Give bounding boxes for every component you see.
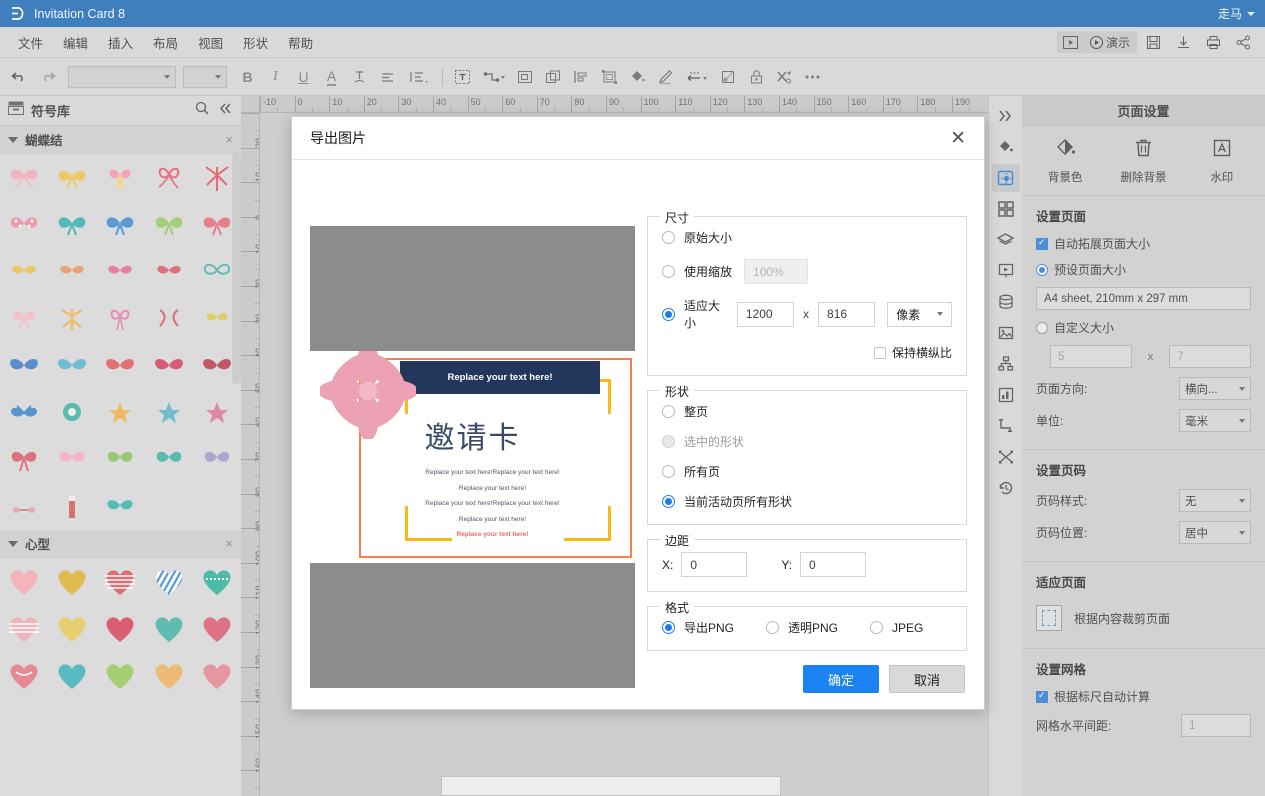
original-size-label: 原始大小 bbox=[684, 231, 733, 245]
format-radio-jpeg[interactable] bbox=[870, 621, 883, 634]
close-icon[interactable]: ✕ bbox=[950, 129, 966, 148]
format-option-transparent-png[interactable]: 透明PNG bbox=[766, 619, 870, 636]
fit-unit-value: 像素 bbox=[896, 307, 921, 322]
margin-group-legend: 边距 bbox=[660, 532, 695, 549]
shape-label-whole-page: 整页 bbox=[684, 405, 709, 419]
confirm-button[interactable]: 确定 bbox=[803, 665, 879, 693]
shape-option-whole-page[interactable]: 整页 bbox=[662, 403, 952, 420]
scale-size-label: 使用缩放 bbox=[684, 265, 733, 279]
fit-height-input[interactable]: 816 bbox=[818, 301, 876, 327]
size-group: 尺寸 原始大小 使用缩放 100% 适应大小 1200 x 816 像素 保持横… bbox=[647, 209, 967, 376]
export-options: 尺寸 原始大小 使用缩放 100% 适应大小 1200 x 816 像素 保持横… bbox=[647, 209, 967, 665]
dialog-footer: 确定 取消 bbox=[292, 665, 984, 693]
format-label-transparent-png: 透明PNG bbox=[788, 621, 839, 635]
fit-size-radio[interactable] bbox=[662, 307, 675, 321]
keep-ratio-checkbox[interactable] bbox=[873, 346, 886, 359]
format-options-row: 导出PNG 透明PNG JPEG bbox=[662, 619, 952, 636]
format-label-png: 导出PNG bbox=[684, 621, 735, 635]
shape-group-legend: 形状 bbox=[660, 383, 695, 400]
shape-radio-current-page[interactable] bbox=[662, 495, 675, 508]
chevron-down-icon bbox=[937, 312, 943, 316]
keep-ratio-label: 保持横纵比 bbox=[891, 346, 952, 360]
card-banner-text: Replace your text here! bbox=[447, 372, 553, 383]
shape-group: 形状 整页 选中的形状 所有页 当前活动页所有形状 bbox=[647, 383, 967, 525]
scale-value-input: 100% bbox=[744, 259, 809, 284]
shape-label-selected: 选中的形状 bbox=[684, 435, 745, 449]
card-line: Replace your text here!Replace your text… bbox=[425, 469, 560, 476]
shape-option-selected: 选中的形状 bbox=[662, 433, 952, 450]
card-line-accent: Replace your text here! bbox=[456, 531, 529, 538]
shape-option-all-pages[interactable]: 所有页 bbox=[662, 463, 952, 480]
keep-ratio-row[interactable]: 保持横纵比 bbox=[662, 344, 952, 361]
shape-option-current-page[interactable]: 当前活动页所有形状 bbox=[662, 493, 952, 510]
format-radio-png[interactable] bbox=[662, 621, 675, 634]
format-option-png[interactable]: 导出PNG bbox=[662, 619, 766, 636]
flower-decoration-icon bbox=[320, 351, 416, 439]
card-line: Replace your text here!Replace your text… bbox=[425, 500, 560, 507]
scale-size-radio[interactable] bbox=[662, 265, 675, 278]
fit-unit-select[interactable]: 像素 bbox=[887, 301, 952, 327]
margin-y-label: Y: bbox=[781, 557, 793, 572]
original-size-radio[interactable] bbox=[662, 231, 675, 244]
margin-row: X: 0 Y: 0 bbox=[662, 552, 952, 577]
size-group-legend: 尺寸 bbox=[660, 209, 695, 226]
shape-label-all-pages: 所有页 bbox=[684, 465, 721, 479]
margin-group: 边距 X: 0 Y: 0 bbox=[647, 532, 967, 592]
card-line: Replace your text here! bbox=[458, 484, 527, 492]
margin-x-label: X: bbox=[662, 557, 674, 572]
card-line: Replace your text here! bbox=[458, 515, 527, 523]
original-size-row[interactable]: 原始大小 bbox=[662, 229, 952, 246]
shape-label-current-page: 当前活动页所有形状 bbox=[684, 495, 793, 509]
fit-x-symbol: x bbox=[803, 307, 810, 321]
cancel-button[interactable]: 取消 bbox=[889, 665, 965, 693]
format-radio-transparent-png[interactable] bbox=[766, 621, 779, 634]
dialog-body: Replace your text here! 邀请卡 Replace your… bbox=[292, 160, 984, 711]
dialog-header: 导出图片 ✕ bbox=[292, 117, 984, 160]
format-group: 格式 导出PNG 透明PNG JPEG bbox=[647, 599, 967, 651]
export-preview: Replace your text here! 邀请卡 Replace your… bbox=[310, 226, 635, 688]
format-label-jpeg: JPEG bbox=[892, 620, 924, 635]
fit-size-label: 适应大小 bbox=[684, 299, 721, 330]
fit-width-input[interactable]: 1200 bbox=[736, 301, 795, 327]
margin-y-input[interactable]: 0 bbox=[800, 552, 867, 577]
fit-size-row[interactable]: 适应大小 1200 x 816 像素 bbox=[662, 297, 952, 331]
shape-radio-all-pages[interactable] bbox=[662, 465, 675, 478]
application-window: Invitation Card 8 走马 文件 编辑 插入 布局 视图 形状 帮… bbox=[0, 0, 1265, 796]
card-body-lines: Replace your text here! Replace your text… bbox=[370, 465, 615, 543]
shape-radio-selected bbox=[662, 435, 675, 448]
invitation-card-preview: Replace your text here! 邀请卡 Replace your… bbox=[310, 351, 635, 563]
format-group-legend: 格式 bbox=[660, 599, 695, 616]
format-option-jpe[interactable]: JPEG bbox=[870, 621, 923, 635]
export-image-dialog: 导出图片 ✕ Replace your text here! 邀请卡 Repla… bbox=[291, 116, 985, 710]
dialog-title: 导出图片 bbox=[310, 130, 366, 146]
shape-radio-whole-page[interactable] bbox=[662, 405, 675, 418]
margin-x-input[interactable]: 0 bbox=[681, 552, 748, 577]
card-banner: Replace your text here! bbox=[400, 361, 600, 394]
scale-size-row[interactable]: 使用缩放 100% bbox=[662, 259, 952, 284]
